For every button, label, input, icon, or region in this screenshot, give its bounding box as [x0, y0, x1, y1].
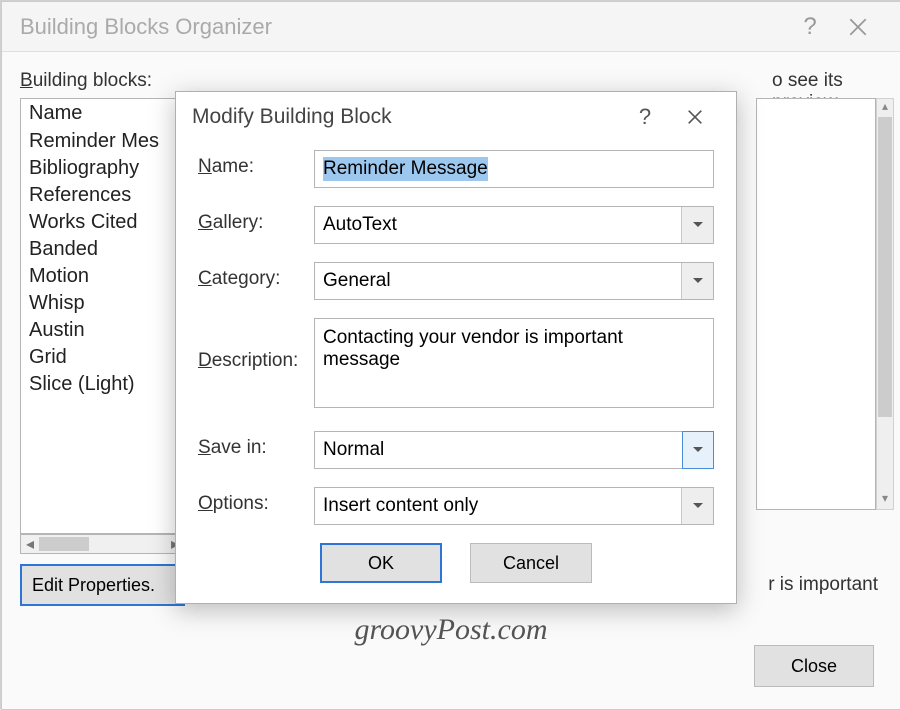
modify-building-block-dialog: Modify Building Block ? Name: Reminder M… — [175, 91, 737, 604]
modify-titlebar: Modify Building Block ? — [176, 92, 736, 142]
list-item[interactable]: Reminder Mes — [21, 128, 184, 155]
organizer-title: Building Blocks Organizer — [20, 14, 786, 40]
chevron-down-icon[interactable] — [681, 207, 713, 243]
list-item[interactable]: Austin — [21, 317, 184, 344]
list-item[interactable]: Banded — [21, 236, 184, 263]
preview-pane — [756, 98, 876, 510]
options-combobox[interactable]: Insert content only — [314, 487, 714, 525]
options-label: Options: — [198, 487, 314, 515]
list-horizontal-scrollbar[interactable]: ◂ ▸ — [20, 534, 185, 554]
description-label: Description: — [198, 318, 314, 372]
list-item[interactable]: Bibliography — [21, 155, 184, 182]
list-item[interactable]: Slice (Light) — [21, 371, 184, 398]
description-textarea[interactable] — [314, 318, 714, 408]
help-icon[interactable]: ? — [620, 97, 670, 137]
preview-vertical-scrollbar[interactable]: ▴ ▾ — [876, 98, 894, 510]
cancel-button[interactable]: Cancel — [470, 543, 592, 583]
name-input[interactable]: Reminder Message — [314, 150, 714, 188]
scroll-thumb[interactable] — [878, 117, 892, 417]
save-in-combobox[interactable]: Normal — [314, 431, 714, 469]
scroll-thumb[interactable] — [39, 537, 89, 551]
list-column-name[interactable]: Name — [21, 99, 184, 128]
close-icon[interactable] — [670, 97, 720, 137]
scroll-down-icon[interactable]: ▾ — [877, 491, 893, 509]
edit-properties-button[interactable]: Edit Properties. — [20, 564, 185, 606]
name-label: Name: — [198, 150, 314, 178]
list-item[interactable]: Works Cited — [21, 209, 184, 236]
gallery-combobox[interactable]: AutoText — [314, 206, 714, 244]
chevron-down-icon[interactable] — [681, 488, 713, 524]
category-value: General — [315, 270, 681, 292]
category-combobox[interactable]: General — [314, 262, 714, 300]
help-icon[interactable]: ? — [786, 7, 834, 47]
options-value: Insert content only — [315, 495, 681, 517]
list-item[interactable]: Grid — [21, 344, 184, 371]
scroll-left-icon[interactable]: ◂ — [21, 534, 39, 554]
description-snippet: r is important — [768, 574, 878, 596]
gallery-label: Gallery: — [198, 206, 314, 234]
category-label: Category: — [198, 262, 314, 290]
list-item[interactable]: Motion — [21, 263, 184, 290]
scroll-up-icon[interactable]: ▴ — [877, 99, 893, 117]
ok-button[interactable]: OK — [320, 543, 442, 583]
watermark: groovyPost.com — [2, 613, 900, 647]
close-button[interactable]: Close — [754, 645, 874, 687]
save-in-label: Save in: — [198, 431, 314, 459]
organizer-titlebar: Building Blocks Organizer ? — [2, 2, 900, 52]
list-item[interactable]: References — [21, 182, 184, 209]
list-item[interactable]: Whisp — [21, 290, 184, 317]
chevron-down-icon[interactable] — [681, 263, 713, 299]
name-input-value: Reminder Message — [323, 157, 488, 181]
gallery-value: AutoText — [315, 214, 681, 236]
close-icon[interactable] — [834, 7, 882, 47]
building-blocks-list[interactable]: Name Reminder Mes Bibliography Reference… — [20, 98, 185, 534]
modify-title: Modify Building Block — [192, 105, 620, 129]
save-in-value: Normal — [315, 439, 682, 461]
chevron-down-icon[interactable] — [682, 431, 714, 469]
